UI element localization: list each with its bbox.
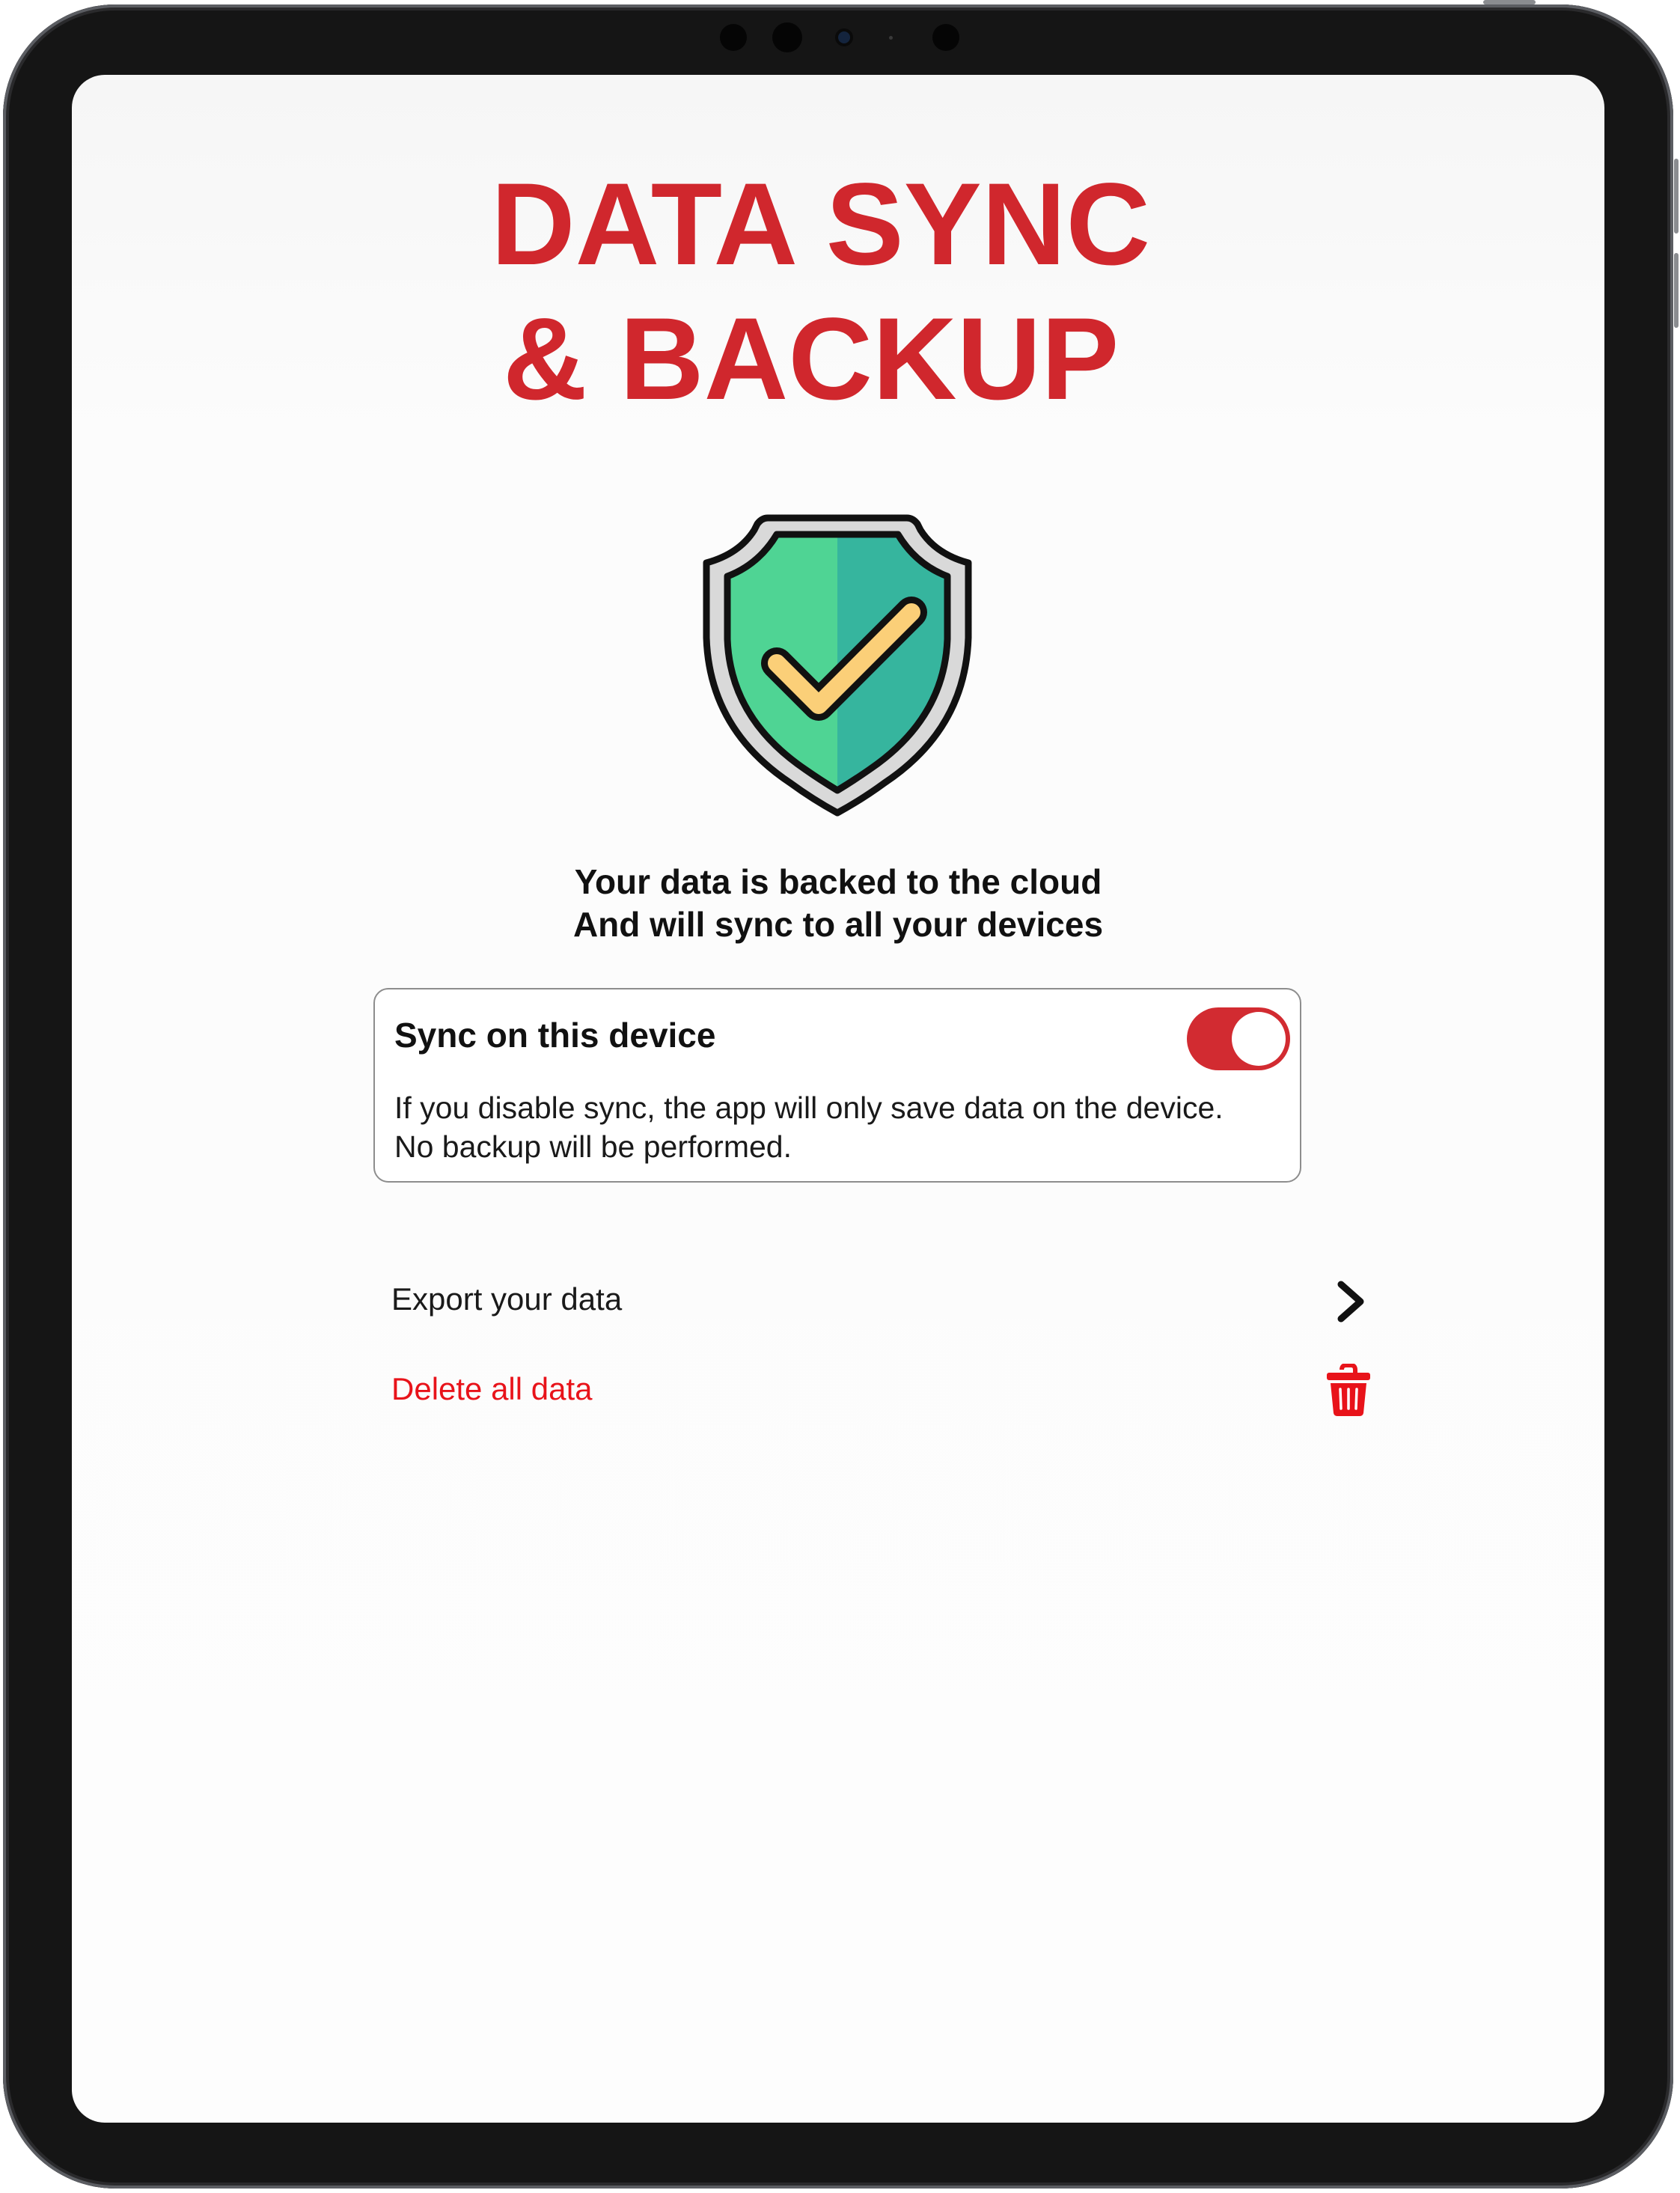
page-title-line1: DATA SYNC <box>491 159 1151 290</box>
chevron-right-icon <box>1337 1281 1364 1323</box>
status-message-line1: Your data is backed to the cloud <box>574 862 1102 901</box>
delete-data-row[interactable]: Delete all data <box>391 1356 1370 1424</box>
front-camera <box>838 31 850 43</box>
sync-settings-card: Sync on this device If you disable sync,… <box>373 988 1301 1183</box>
page-title: DATA SYNC & BACKUP <box>491 157 1150 427</box>
status-message-line2: And will sync to all your devices <box>572 905 1104 944</box>
status-message: Your data is backed to the cloud And wil… <box>72 861 1604 946</box>
top-button <box>1483 0 1536 4</box>
sync-description: If you disable sync, the app will only s… <box>394 1088 1224 1166</box>
tablet-frame: DATA SYNC & BACKUP Your data is backed t… <box>0 0 1680 2193</box>
sensor-dot <box>889 36 893 40</box>
export-data-label: Export your data <box>391 1281 623 1317</box>
delete-data-label: Delete all data <box>391 1371 593 1406</box>
volume-up-button <box>1674 159 1679 234</box>
sync-description-line2: No backup will be performed. <box>394 1129 792 1164</box>
screen: DATA SYNC & BACKUP Your data is backed t… <box>72 75 1604 2123</box>
sync-toggle[interactable] <box>1187 1007 1290 1070</box>
sync-description-line1: If you disable sync, the app will only s… <box>394 1091 1224 1125</box>
page-title-line2: & BACKUP <box>503 294 1120 424</box>
sync-title: Sync on this device <box>394 1016 716 1055</box>
shield-check-icon <box>703 514 972 817</box>
volume-down-button <box>1674 253 1679 328</box>
trash-icon <box>1327 1364 1370 1416</box>
sync-toggle-knob <box>1232 1012 1286 1066</box>
export-data-row[interactable]: Export your data <box>391 1266 1364 1334</box>
sensor-dot <box>932 24 959 51</box>
sensor-dot <box>772 22 802 52</box>
sensor-dot <box>720 24 747 51</box>
